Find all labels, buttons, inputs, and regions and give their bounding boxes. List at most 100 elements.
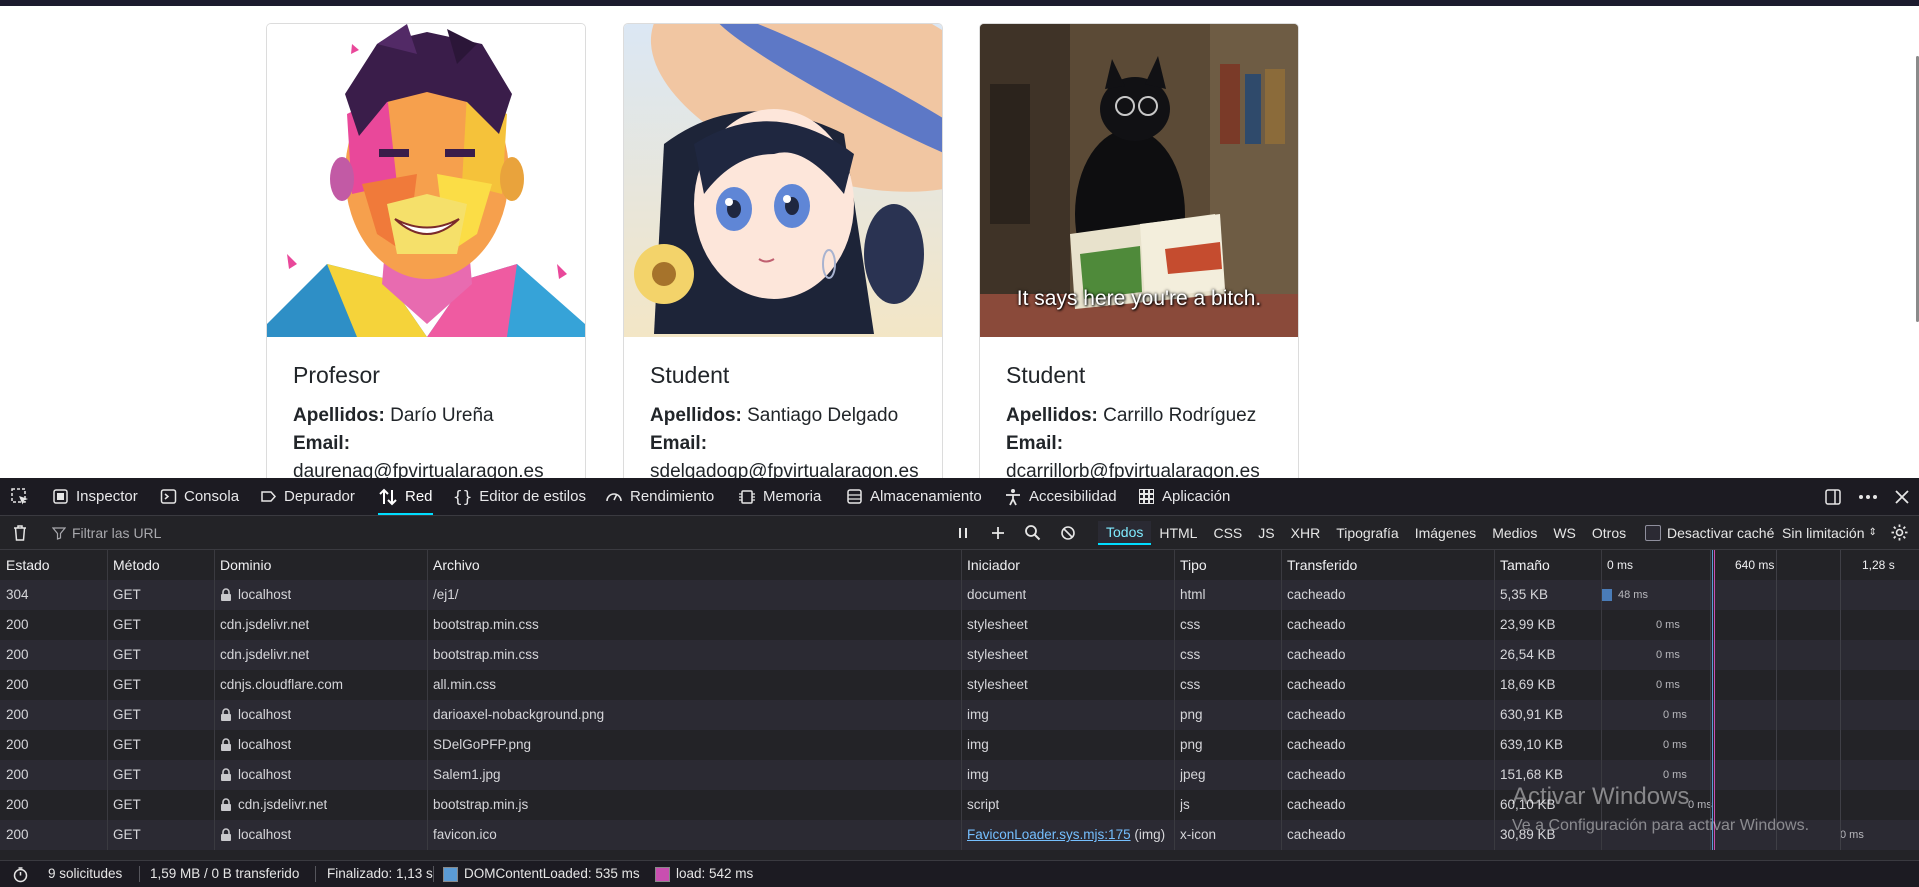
col-archivo[interactable]: Archivo (433, 550, 480, 580)
clear-log-button[interactable] (11, 516, 29, 549)
cell-metodo: GET (113, 797, 141, 812)
col-tipo[interactable]: Tipo (1180, 550, 1207, 580)
cell-archivo: Salem1.jpg (433, 767, 501, 782)
element-picker-button[interactable] (10, 478, 30, 515)
search-button[interactable] (1024, 516, 1041, 549)
throttling-value: Sin limitación (1782, 524, 1865, 541)
filter-ws[interactable]: WS (1545, 522, 1584, 544)
table-row[interactable]: 200 GET localhost darioaxel-nobackground.pn… (0, 700, 1919, 730)
tab-application[interactable]: Aplicación (1138, 478, 1230, 515)
table-row[interactable]: 200 GET cdnjs.cloudflare.com all.min.css sty… (0, 670, 1919, 700)
network-toolbar: Filtrar las URL Todos HTML CSS JS XHR Ti… (0, 516, 1919, 550)
tab-console-label: Consola (184, 488, 240, 505)
column-separator (1281, 760, 1282, 790)
cell-metodo: GET (113, 617, 141, 632)
pause-button[interactable] (955, 516, 971, 549)
column-separator (1601, 640, 1602, 670)
cell-metodo: GET (113, 737, 141, 752)
more-options-icon[interactable] (1857, 487, 1879, 507)
column-separator (961, 550, 962, 580)
disable-cache-checkbox[interactable] (1645, 524, 1661, 541)
lock-icon (221, 738, 231, 752)
profile-photo-santiago (624, 24, 942, 337)
filter-funnel-icon (52, 526, 66, 540)
column-separator (961, 790, 962, 820)
tab-debugger[interactable]: Depurador (260, 478, 355, 515)
column-separator (961, 700, 962, 730)
cell-tipo: js (1180, 797, 1190, 812)
network-status-bar: 9 solicitudes 1,59 MB / 0 B transferido … (0, 860, 1919, 887)
filter-imagenes[interactable]: Imágenes (1407, 522, 1484, 544)
cell-iniciador[interactable]: FaviconLoader.sys.mjs:175 (img) (967, 820, 1165, 850)
tab-console[interactable]: Consola (160, 478, 239, 515)
column-separator (1281, 610, 1282, 640)
col-metodo[interactable]: Método (113, 550, 160, 580)
filter-todos[interactable]: Todos (1098, 520, 1152, 545)
gear-icon (1891, 524, 1908, 541)
filter-js[interactable]: JS (1250, 522, 1282, 544)
filter-xhr[interactable]: XHR (1283, 522, 1329, 544)
column-separator (107, 580, 108, 610)
application-grid-icon (1139, 489, 1154, 504)
column-separator (427, 550, 428, 580)
table-header: Estado Método Dominio Archivo Iniciador … (0, 550, 1919, 581)
column-separator (1174, 760, 1175, 790)
cell-estado: 304 (6, 587, 29, 602)
card-role-title: Student (1006, 362, 1086, 388)
console-icon (160, 489, 177, 504)
tab-accessibility[interactable]: Accesibilidad (1004, 478, 1117, 515)
cell-transferido: cacheado (1287, 617, 1346, 632)
card-apellidos: Apellidos: Santiago Delgado (650, 402, 932, 430)
windows-activation-subtitle: Ve a Configuración para activar Windows. (1512, 817, 1810, 834)
col-estado[interactable]: Estado (6, 550, 50, 580)
block-requests-button[interactable] (1060, 516, 1076, 549)
col-dominio[interactable]: Dominio (220, 550, 271, 580)
tab-network[interactable]: Red (378, 478, 433, 515)
card-email-label-line: Email: (293, 430, 575, 458)
cell-tipo: css (1180, 677, 1201, 692)
throttling-select[interactable]: Sin limitación ⇕ (1782, 516, 1877, 549)
apellidos-label: Apellidos: (1006, 405, 1098, 426)
col-tamano[interactable]: Tamaño (1500, 550, 1550, 580)
column-separator (107, 820, 108, 850)
braces-icon: {} (453, 487, 473, 506)
table-row[interactable]: 200 GET localhost SDelGoPFP.png img png cachea… (0, 730, 1919, 760)
table-row[interactable]: 304 GET localhost/ej1/document html cacheado… (0, 580, 1919, 610)
tab-memory[interactable]: Memoria (738, 478, 821, 515)
cell-dominio: localhost (220, 820, 291, 850)
status-load: load: 542 ms (655, 861, 753, 887)
filter-url-input[interactable]: Filtrar las URL (52, 516, 161, 549)
cell-transferido: cacheado (1287, 737, 1346, 752)
column-separator (1494, 670, 1495, 700)
add-request-button[interactable] (990, 516, 1006, 549)
column-separator (107, 730, 108, 760)
tab-performance[interactable]: Rendimiento (605, 478, 714, 515)
table-row[interactable]: 200 GET cdn.jsdelivr.net bootstrap.min.css s… (0, 610, 1919, 640)
filter-css[interactable]: CSS (1205, 522, 1250, 544)
column-separator (1281, 640, 1282, 670)
tab-inspector[interactable]: Inspector (52, 478, 138, 515)
filter-html[interactable]: HTML (1151, 522, 1205, 544)
column-separator (1174, 700, 1175, 730)
column-separator (1281, 700, 1282, 730)
card-email-value: daurenag@fpvirtualaragon.es (293, 461, 544, 478)
col-iniciador[interactable]: Iniciador (967, 550, 1020, 580)
network-settings-button[interactable] (1890, 516, 1909, 549)
tab-inspector-label: Inspector (76, 488, 138, 505)
card-email-value: dcarrillorb@fpvirtualaragon.es (1006, 461, 1260, 478)
filter-medios[interactable]: Medios (1484, 522, 1545, 544)
dock-side-icon[interactable] (1823, 487, 1843, 507)
cell-iniciador: stylesheet (967, 677, 1028, 692)
tab-storage[interactable]: Almacenamiento (846, 478, 982, 515)
cell-metodo: GET (113, 647, 141, 662)
filter-otros[interactable]: Otros (1584, 522, 1634, 544)
column-separator (1174, 610, 1175, 640)
col-transferido[interactable]: Transferido (1287, 550, 1357, 580)
accessibility-icon (1006, 488, 1020, 505)
filter-tipografia[interactable]: Tipografía (1328, 522, 1407, 544)
close-devtools-icon[interactable] (1893, 488, 1911, 506)
column-separator (961, 580, 962, 610)
table-row[interactable]: 200 GET cdn.jsdelivr.net bootstrap.min.css s… (0, 640, 1919, 670)
tab-style-editor[interactable]: {} Editor de estilos (453, 478, 586, 515)
disable-cache-toggle[interactable]: Desactivar caché (1645, 516, 1774, 549)
